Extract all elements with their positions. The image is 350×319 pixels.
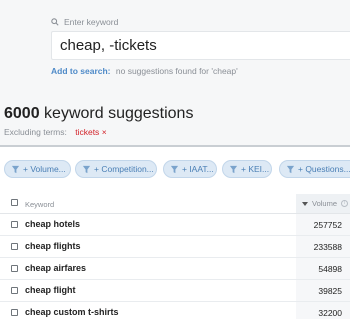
suggestion-count-heading: 6000 keyword suggestions — [4, 105, 193, 123]
select-all-checkbox[interactable] — [11, 199, 18, 206]
keyword-label: Enter keyword — [51, 17, 118, 27]
filter-chip-label: + Volume... — [23, 164, 66, 174]
keyword-cell[interactable]: cheap flight — [25, 285, 76, 295]
info-icon[interactable]: i — [341, 200, 349, 207]
table-row[interactable]: cheap airfares 54898 — [0, 258, 350, 280]
funnel-icon — [170, 165, 179, 173]
keyword-input[interactable]: cheap, -tickets — [51, 31, 350, 60]
filter-chip-label: + Competition... — [94, 164, 154, 174]
volume-cell: 257752 — [313, 220, 342, 230]
volume-cell: 39825 — [318, 286, 342, 296]
filter-chip-competition[interactable]: + Competition... — [75, 160, 157, 178]
funnel-icon — [286, 165, 295, 173]
excluded-term-tag[interactable]: tickets × — [75, 127, 106, 137]
filter-chip-volume[interactable]: + Volume... — [4, 160, 71, 178]
row-checkbox[interactable] — [11, 221, 18, 228]
volume-cell: 233588 — [313, 242, 342, 252]
no-suggestions-message: no suggestions found for 'cheap' — [115, 66, 238, 76]
suggestion-count: 6000 — [4, 105, 40, 122]
excluded-term-text: tickets — [75, 127, 100, 137]
funnel-icon — [82, 165, 91, 173]
column-header-keyword[interactable]: Keyword — [25, 200, 54, 209]
keyword-cell[interactable]: cheap flights — [25, 241, 81, 251]
keyword-input-value: cheap, -tickets — [60, 37, 157, 54]
excluded-terms-row: Excluding terms: tickets × — [4, 127, 107, 137]
row-checkbox[interactable] — [11, 287, 18, 294]
row-checkbox[interactable] — [11, 243, 18, 250]
table-row[interactable]: cheap hotels 257752 — [0, 214, 350, 236]
excluded-terms-label: Excluding terms: — [4, 127, 67, 137]
keyword-cell[interactable]: cheap hotels — [25, 219, 80, 229]
row-checkbox[interactable] — [11, 265, 18, 272]
search-icon — [51, 18, 59, 26]
table-header: Keyword Volume i — [0, 194, 350, 214]
filter-chip-label: + KEI... — [241, 164, 270, 174]
sort-desc-icon — [302, 201, 308, 206]
volume-cell: 54898 — [318, 264, 342, 274]
remove-term-icon[interactable]: × — [102, 127, 107, 137]
funnel-icon — [229, 165, 238, 173]
add-to-search-label: Add to search: — [51, 66, 111, 76]
filter-chip-label: + IAAT... — [182, 164, 214, 174]
filter-chip-iaat[interactable]: + IAAT... — [163, 160, 217, 178]
row-checkbox[interactable] — [11, 309, 18, 316]
volume-cell: 32200 — [318, 308, 342, 318]
keyword-cell[interactable]: cheap custom t-shirts — [25, 307, 119, 317]
funnel-icon — [11, 165, 20, 173]
table-row[interactable]: cheap flight 39825 — [0, 280, 350, 302]
search-panel: Enter keyword cheap, -tickets Add to sea… — [0, 0, 350, 146]
table-row[interactable]: cheap custom t-shirts 32200 — [0, 302, 350, 319]
suggestion-count-suffix: keyword suggestions — [39, 105, 194, 122]
filter-bar: + Volume... + Competition... + IAAT... +… — [0, 160, 350, 178]
section-divider — [0, 145, 350, 147]
filter-chip-questions[interactable]: + Questions... — [279, 160, 350, 178]
keyword-cell[interactable]: cheap airfares — [25, 263, 86, 273]
table-row[interactable]: cheap flights 233588 — [0, 236, 350, 258]
filter-chip-kei[interactable]: + KEI... — [222, 160, 272, 178]
filter-chip-label: + Questions... — [298, 164, 350, 174]
add-to-search-row: Add to search: no suggestions found for … — [51, 66, 238, 76]
column-header-volume[interactable]: Volume i — [296, 194, 350, 213]
column-header-volume-label: Volume — [312, 199, 338, 208]
keyword-label-text: Enter keyword — [64, 17, 119, 27]
